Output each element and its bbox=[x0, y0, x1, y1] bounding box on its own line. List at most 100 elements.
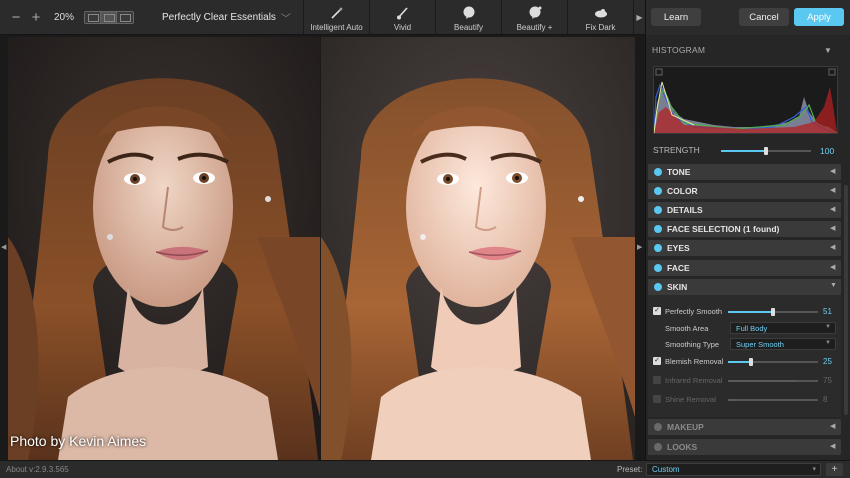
section-toggle-icon[interactable] bbox=[654, 206, 662, 214]
preset-label: Fix Dark bbox=[585, 22, 616, 32]
side-by-side-view-button[interactable] bbox=[101, 11, 117, 23]
strength-slider[interactable] bbox=[721, 147, 811, 155]
preset-buttons: Intelligent Auto Vivid Beautify Beautify… bbox=[303, 0, 645, 35]
slider-fill bbox=[728, 380, 796, 382]
preset-vivid-button[interactable]: Vivid bbox=[369, 0, 435, 35]
infrared-removal-checkbox[interactable] bbox=[653, 376, 661, 384]
cancel-button[interactable]: Cancel bbox=[739, 8, 789, 26]
chevron-down-icon[interactable]: ﹀ bbox=[281, 10, 295, 25]
section-tone[interactable]: TONE ◀ bbox=[648, 164, 841, 180]
expand-arrow-icon[interactable]: ◀ bbox=[830, 263, 835, 271]
infrared-removal-slider[interactable] bbox=[728, 380, 818, 382]
panel-scrollbar[interactable] bbox=[844, 185, 848, 415]
preset-beautify-button[interactable]: Beautify bbox=[435, 0, 501, 35]
perfectly-smooth-label: Perfectly Smooth bbox=[665, 307, 723, 316]
expand-arrow-icon[interactable]: ◀ bbox=[830, 422, 835, 430]
section-toggle-icon[interactable] bbox=[654, 168, 662, 176]
preset-group-name[interactable]: Perfectly Clear Essentials bbox=[162, 12, 277, 23]
arrow-left-icon[interactable]: ◀ bbox=[1, 243, 6, 251]
shine-removal-row: Shine Removal 8 bbox=[648, 393, 841, 407]
strength-slider-knob[interactable] bbox=[764, 147, 768, 155]
blemish-removal-checkbox[interactable]: ✓ bbox=[653, 357, 661, 365]
section-toggle-icon[interactable] bbox=[654, 187, 662, 195]
section-toggle-icon[interactable] bbox=[654, 225, 662, 233]
section-toggle-icon[interactable] bbox=[654, 283, 662, 291]
preset-intelligent-auto-button[interactable]: Intelligent Auto bbox=[303, 0, 369, 35]
learn-button[interactable]: Learn bbox=[651, 8, 701, 26]
preset-fix-dark-button[interactable]: Fix Dark bbox=[567, 0, 633, 35]
preset-label: Intelligent Auto bbox=[310, 22, 363, 32]
after-photo bbox=[321, 37, 635, 460]
smoothing-type-label: Smoothing Type bbox=[665, 340, 720, 349]
portrait-before-image bbox=[8, 37, 320, 460]
preset-dropdown[interactable]: Custom ▾ bbox=[646, 463, 821, 476]
shine-removal-checkbox[interactable] bbox=[653, 395, 661, 403]
blemish-removal-slider[interactable] bbox=[728, 358, 818, 366]
chevron-down-icon: ▼ bbox=[825, 340, 831, 346]
wand-icon bbox=[330, 6, 343, 19]
expand-arrow-icon[interactable]: ◀ bbox=[830, 205, 835, 213]
preset-label: Beautify bbox=[454, 22, 483, 32]
section-toggle-icon[interactable] bbox=[654, 423, 662, 431]
arrow-right-icon[interactable]: ▶ bbox=[637, 243, 642, 251]
slider-fill bbox=[728, 361, 751, 363]
top-toolbar: − + 20% Perfectly Clear Essentials ﹀ Int… bbox=[0, 0, 645, 35]
section-color[interactable]: COLOR ◀ bbox=[648, 183, 841, 199]
dropdown-value: Full Body bbox=[736, 324, 768, 333]
section-title: FACE SELECTION (1 found) bbox=[667, 224, 780, 234]
section-toggle-icon[interactable] bbox=[654, 244, 662, 252]
collapse-arrow-icon[interactable]: ▼ bbox=[830, 282, 837, 289]
histogram-title: HISTOGRAM bbox=[652, 45, 706, 55]
section-toggle-icon[interactable] bbox=[654, 443, 662, 451]
section-details[interactable]: DETAILS ◀ bbox=[648, 202, 841, 218]
smooth-area-row: Smooth Area Full Body ▼ bbox=[648, 322, 841, 336]
chevron-down-icon: ▾ bbox=[812, 466, 816, 473]
perfectly-smooth-checkbox[interactable]: ✓ bbox=[653, 307, 661, 315]
expand-arrow-icon[interactable]: ◀ bbox=[830, 167, 835, 175]
section-looks[interactable]: LOOKS ◀ bbox=[648, 439, 841, 455]
section-face[interactable]: FACE ◀ bbox=[648, 260, 841, 276]
single-view-button[interactable] bbox=[85, 11, 101, 23]
expand-arrow-icon[interactable]: ◀ bbox=[830, 442, 835, 450]
section-title: DETAILS bbox=[667, 205, 703, 215]
section-makeup[interactable]: MAKEUP ◀ bbox=[648, 419, 841, 435]
expand-arrow-icon[interactable]: ◀ bbox=[830, 224, 835, 232]
scroll-right-icon[interactable]: ▶ bbox=[633, 0, 645, 35]
zoom-out-button[interactable]: − bbox=[6, 9, 26, 26]
slider-knob[interactable] bbox=[771, 308, 775, 316]
smooth-area-dropdown[interactable]: Full Body ▼ bbox=[730, 322, 836, 334]
adjustments-panel: HISTOGRAM ▼ STRENGTH 100 TONE ◀ COLOR ◀ … bbox=[645, 35, 850, 460]
slider-fill bbox=[728, 399, 736, 401]
shine-removal-slider[interactable] bbox=[728, 399, 818, 401]
apply-button[interactable]: Apply bbox=[794, 8, 844, 26]
expand-arrow-icon[interactable]: ◀ bbox=[830, 243, 835, 251]
perfectly-smooth-value: 51 bbox=[823, 307, 832, 316]
perfectly-smooth-slider[interactable] bbox=[728, 308, 818, 316]
preset-beautify-plus-button[interactable]: Beautify + bbox=[501, 0, 567, 35]
photo-credit: Photo by Kevin Aimes bbox=[10, 433, 147, 449]
section-skin[interactable]: SKIN ▼ bbox=[648, 279, 841, 295]
zoom-in-button[interactable]: + bbox=[26, 9, 46, 26]
section-toggle-icon[interactable] bbox=[654, 264, 662, 272]
split-view-button[interactable] bbox=[117, 11, 133, 23]
expand-arrow-icon[interactable]: ◀ bbox=[830, 186, 835, 194]
blemish-removal-label: Blemish Removal bbox=[665, 357, 724, 366]
histogram bbox=[653, 66, 838, 134]
strength-label: STRENGTH bbox=[653, 145, 700, 155]
section-title: COLOR bbox=[667, 186, 698, 196]
brush-icon bbox=[396, 6, 408, 19]
slider-knob[interactable] bbox=[749, 358, 753, 366]
section-face-selection[interactable]: FACE SELECTION (1 found) ◀ bbox=[648, 221, 841, 237]
collapse-histogram-icon[interactable]: ▼ bbox=[824, 46, 832, 55]
add-preset-button[interactable]: + bbox=[826, 463, 843, 476]
zoom-level: 20% bbox=[53, 11, 74, 23]
before-photo bbox=[8, 37, 320, 460]
about-version[interactable]: About v:2.9.3.565 bbox=[6, 465, 69, 474]
blemish-removal-row: ✓ Blemish Removal 25 bbox=[648, 355, 841, 369]
smoothing-type-dropdown[interactable]: Super Smooth ▼ bbox=[730, 338, 836, 350]
fix-dark-icon bbox=[594, 8, 607, 17]
smoothing-type-row: Smoothing Type Super Smooth ▼ bbox=[648, 338, 841, 352]
section-eyes[interactable]: EYES ◀ bbox=[648, 240, 841, 256]
shine-removal-label: Shine Removal bbox=[665, 395, 716, 404]
infrared-removal-label: Infrared Removal bbox=[665, 376, 723, 385]
